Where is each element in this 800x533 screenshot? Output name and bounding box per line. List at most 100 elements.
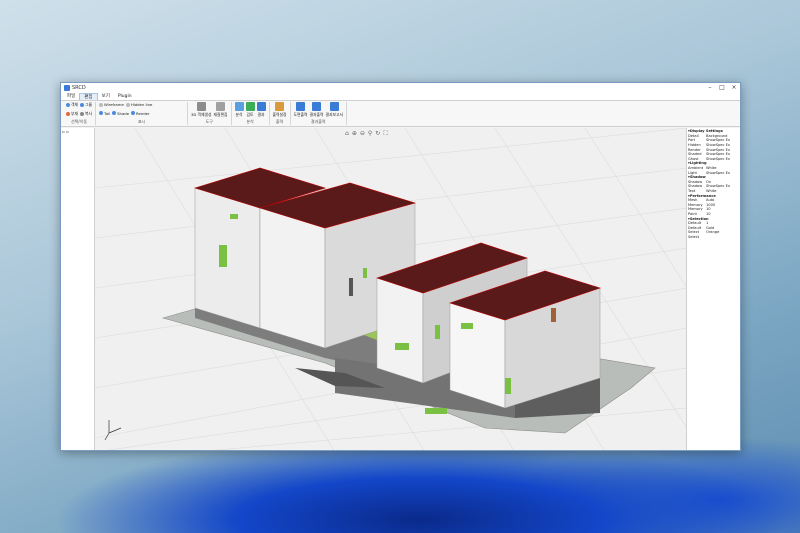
property-section-label: Lighting: [689, 161, 707, 166]
drawing-output-button[interactable]: 도면출력: [294, 102, 307, 118]
property-row[interactable]: Select: [688, 235, 739, 240]
ribbon-group-select: 객체 그룹 부재 복사 선택/이동: [63, 102, 96, 125]
ribbon-group-label: 출력: [275, 119, 284, 124]
property-value: 1: [706, 221, 709, 226]
window: [363, 268, 367, 278]
chart-icon: [295, 102, 305, 111]
property-label: Shadow: [688, 179, 703, 184]
window: [219, 245, 227, 267]
material-edit-button[interactable]: 재질편집: [214, 102, 228, 118]
property-label: Point: [688, 211, 697, 216]
window: [461, 323, 473, 329]
property-label: Hidden: [688, 143, 701, 148]
window: [349, 278, 353, 296]
property-value: 10: [706, 211, 711, 216]
tab-view[interactable]: 보기: [98, 93, 114, 100]
property-value: White: [706, 189, 717, 194]
ribbon-group-output: 출력설정 출력: [270, 102, 291, 125]
property-value: ShowSpec Ex: [706, 147, 730, 152]
building1-front: [194, 187, 261, 329]
property-label: Default: [688, 225, 702, 230]
zoom-icon[interactable]: ⚲: [368, 130, 372, 138]
building4-front: [449, 302, 506, 409]
result-button[interactable]: 결과: [256, 102, 266, 118]
window: [505, 378, 511, 394]
settings-icon: [275, 102, 284, 111]
zoom-out-icon[interactable]: ⊖: [360, 130, 365, 138]
property-label: Memory: [688, 202, 703, 207]
result-output-button[interactable]: 결과출력: [309, 102, 323, 118]
report-icon: [329, 102, 339, 111]
tab-edit[interactable]: 편집: [79, 93, 98, 100]
property-value: ShowSpec Ex: [706, 152, 730, 157]
property-value: Background: [706, 133, 728, 138]
building-model: [95, 128, 686, 450]
building3-front: [376, 277, 424, 384]
property-value: ShowSpec Ex: [706, 138, 730, 143]
property-section-label: Display Settings: [689, 129, 723, 134]
zoom-in-icon[interactable]: ⊕: [352, 130, 357, 138]
property-label: Light: [688, 170, 697, 175]
property-value: Auto: [706, 198, 715, 203]
property-value: 10: [706, 207, 711, 212]
hidden-line-option[interactable]: Hidden line: [125, 102, 152, 107]
property-label: Shaded: [688, 152, 702, 157]
window: [425, 408, 447, 414]
properties-panel: ▾ Display Settings Detail Background Part Sh…: [686, 128, 740, 450]
wireframe-option[interactable]: Wireframe: [99, 102, 124, 107]
property-value: On: [706, 179, 712, 184]
select-member-button[interactable]: 부재: [66, 111, 78, 117]
analysis-icon: [234, 102, 244, 111]
property-value: Orange: [706, 230, 720, 235]
shade-option[interactable]: Shade: [112, 111, 129, 116]
minimize-button[interactable]: –: [704, 83, 716, 93]
3d-viewport[interactable]: ⌂ ⊕ ⊖ ⚲ ↻ ⛶: [95, 128, 686, 450]
property-label: Ambient: [688, 166, 704, 171]
window: [551, 308, 556, 322]
select-group-button[interactable]: 그룹: [80, 102, 92, 108]
property-value: ShowSpec Ex: [706, 156, 730, 161]
select-object-button[interactable]: 객체: [66, 102, 78, 108]
property-label: Default: [688, 221, 702, 226]
report-output-button[interactable]: 결과보고서: [325, 102, 343, 118]
ribbon-group-report: 도면출력 결과출력 결과보고서 결과출력: [291, 102, 347, 125]
property-label: Mesh: [688, 198, 698, 203]
property-value: Gold: [706, 225, 715, 230]
ribbon-group-label: 표시: [137, 119, 146, 124]
tab-plugin[interactable]: Plugin: [114, 93, 136, 100]
property-label: Select: [688, 230, 700, 235]
app-window: SRCD – □ × 파일 편집 보기 Plugin 객체 그룹 부재 복사 선…: [60, 82, 741, 451]
property-label: Render: [688, 147, 701, 152]
review-button[interactable]: 검토: [245, 102, 255, 118]
create-3d-object-button[interactable]: 3D 객체생성: [191, 102, 212, 118]
ribbon-group-label: 결과출력: [310, 119, 326, 124]
home-icon[interactable]: ⌂: [345, 130, 349, 138]
ribbon-group-label: 선택/이동: [70, 119, 88, 124]
review-icon: [245, 102, 255, 111]
ribbon-group-tools: 3D 객체생성 재질편집 도구: [188, 102, 232, 125]
close-button[interactable]: ×: [728, 83, 740, 93]
cube-icon: [196, 102, 206, 111]
tab-file[interactable]: 파일: [63, 93, 79, 100]
material-icon: [216, 102, 226, 111]
property-value: 1000: [706, 202, 716, 207]
property-section-label: Shadow: [689, 175, 706, 180]
tail-option[interactable]: Tail: [99, 111, 110, 116]
rotate-icon[interactable]: ↻: [375, 130, 380, 138]
window: [230, 214, 238, 219]
property-section-label: Selection: [689, 216, 709, 221]
copy-button[interactable]: 복사: [80, 111, 92, 117]
ribbon-group-label: 분석: [246, 119, 254, 124]
fit-icon[interactable]: ⛶: [383, 130, 387, 138]
property-value: ShowSpec Ex: [706, 170, 730, 175]
property-section-label: Performance: [689, 193, 716, 198]
ribbon-group-analysis: 분석 검토 결과 분석: [232, 102, 270, 125]
analysis-button[interactable]: 분석: [234, 102, 244, 118]
property-value: ShowSpec Ex: [706, 143, 730, 148]
maximize-button[interactable]: □: [716, 83, 728, 93]
property-label: Shadow: [688, 184, 703, 189]
render-option[interactable]: Render: [131, 111, 150, 116]
ribbon-group-label: 도구: [205, 119, 213, 124]
property-value: White: [706, 166, 717, 171]
output-settings-button[interactable]: 출력설정: [273, 102, 287, 118]
